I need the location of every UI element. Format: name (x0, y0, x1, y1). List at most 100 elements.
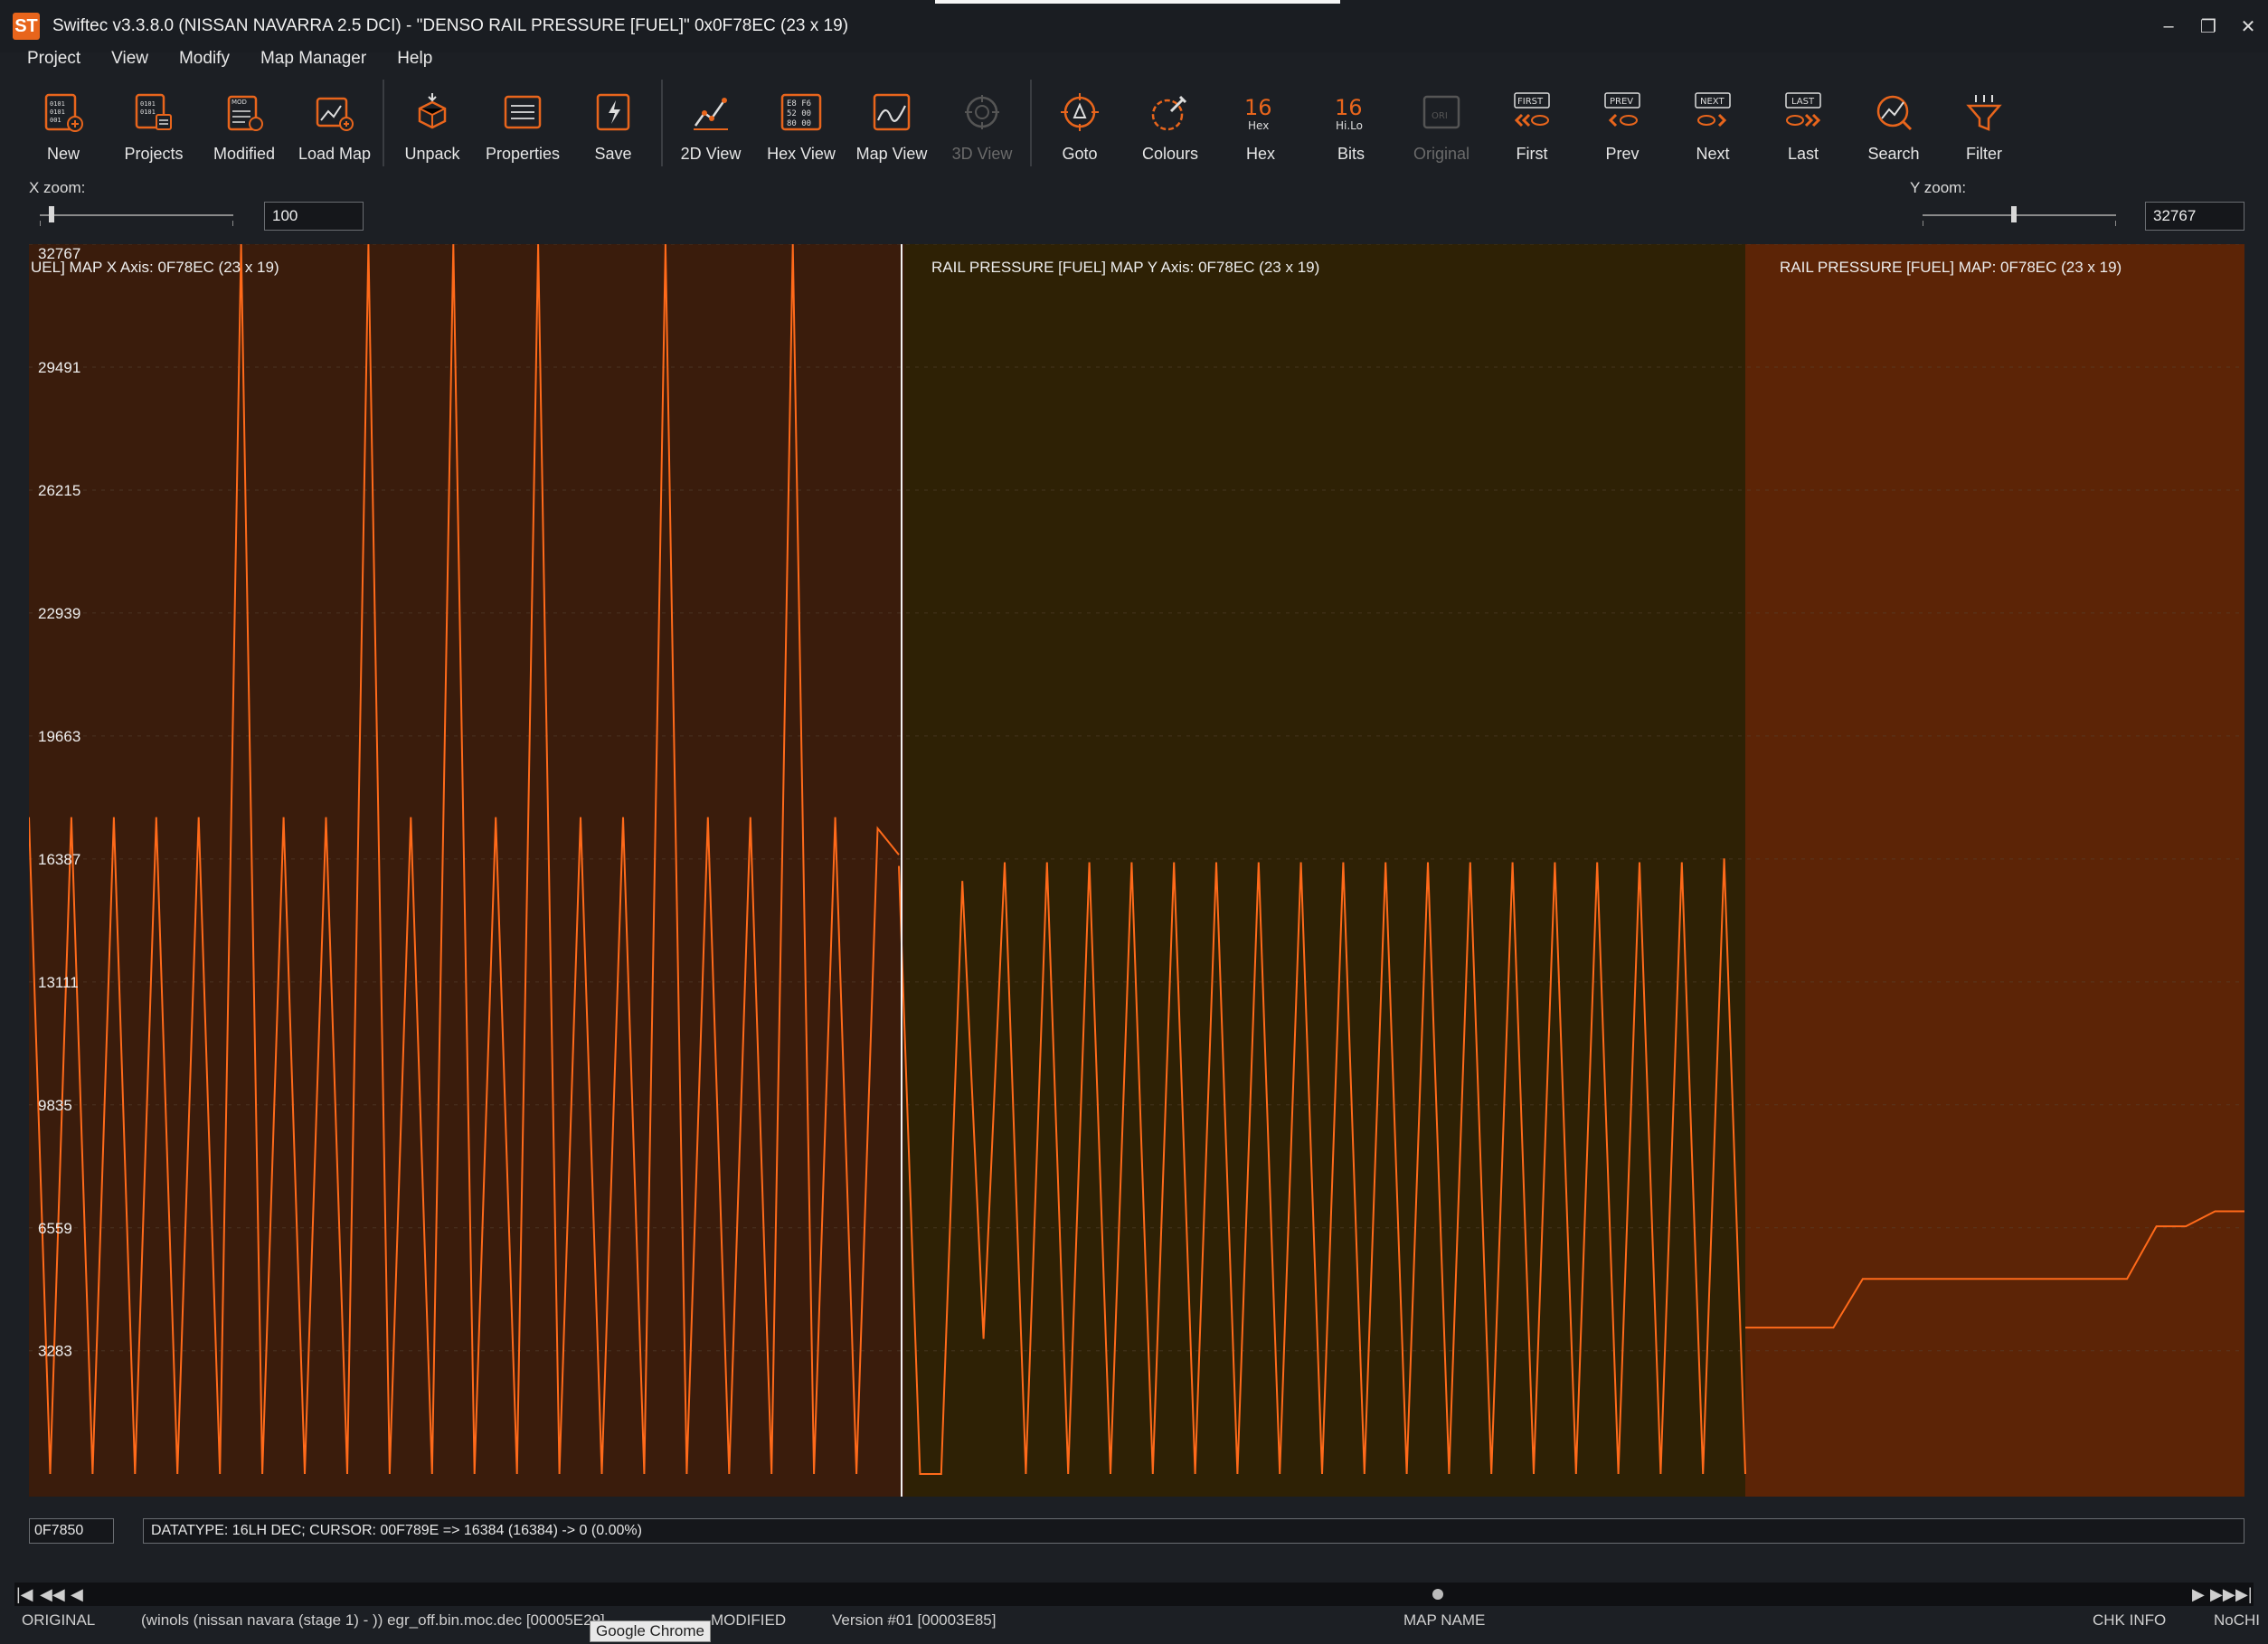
original-button[interactable]: ORI Original (1396, 80, 1487, 170)
hex-view-line-3: 80 00 (787, 119, 811, 128)
projects-button[interactable]: 0101 0101 Projects (109, 80, 199, 170)
3d-view-icon (957, 87, 1007, 137)
x-zoom-slider[interactable] (40, 204, 233, 226)
bits-label: Bits (1337, 145, 1365, 163)
x-axis-region-label: UEL] MAP X Axis: 0F78EC (23 x 19) (31, 259, 279, 276)
window-title: Swiftec v3.3.8.0 (NISSAN NAVARRA 2.5 DCI… (52, 16, 849, 35)
scroll-last-button[interactable]: ▶| (2235, 1583, 2253, 1606)
y-zoom-input[interactable]: 32767 (2145, 202, 2244, 231)
search-label: Search (1867, 145, 1920, 163)
next-icon: NEXT (1687, 87, 1738, 137)
scroll-thumb[interactable] (1432, 1589, 1443, 1600)
y-tick-label: 22939 (38, 605, 80, 622)
y-axis-region-label: RAIL PRESSURE [FUEL] MAP Y Axis: 0F78EC … (931, 259, 1319, 276)
y-zoom-slider[interactable] (1923, 204, 2116, 226)
map-view-label: Map View (855, 145, 928, 163)
menu-help[interactable]: Help (397, 49, 432, 69)
y-tick-label: 3283 (38, 1343, 72, 1360)
new-button[interactable]: 0101 0101 001 New (18, 80, 109, 170)
properties-label: Properties (485, 145, 561, 163)
unpack-icon (407, 87, 458, 137)
hex-icon: 16 Hex (1235, 87, 1286, 137)
datatype-info: DATATYPE: 16LH DEC; CURSOR: 00F789E => 1… (143, 1518, 2244, 1544)
scroll-prev-button[interactable]: ◀ (71, 1583, 83, 1606)
hex-label: Hex (1245, 145, 1275, 163)
map-graph[interactable]: 3276729491262152293919663163871311198356… (29, 244, 2244, 1497)
filter-button[interactable]: Filter (1939, 80, 2029, 170)
original-icon: ORI (1416, 87, 1467, 137)
save-button[interactable]: Save (568, 80, 658, 170)
y-tick-label: 19663 (38, 728, 80, 745)
y-tick-label: 26215 (38, 482, 80, 499)
scroll-next-button[interactable]: ▶ (2192, 1583, 2205, 1606)
2d-view-button[interactable]: 2D View (666, 80, 756, 170)
unpack-button[interactable]: Unpack (387, 80, 477, 170)
x-zoom-thumb[interactable] (49, 206, 55, 222)
colours-button[interactable]: Colours (1125, 80, 1215, 170)
hex-view-line-1: E8 F6 (787, 99, 811, 109)
address-field[interactable]: 0F7850 (29, 1518, 114, 1544)
menu-project[interactable]: Project (27, 49, 80, 69)
filter-label: Filter (1966, 145, 2002, 163)
svg-text:0101: 0101 (140, 100, 156, 108)
svg-text:MOD: MOD (232, 99, 247, 106)
menu-map-manager[interactable]: Map Manager (260, 49, 366, 69)
status-map-name: MAP NAME (1403, 1611, 1486, 1629)
bits-icon-number: 16 (1335, 95, 1363, 120)
original-label: Original (1413, 145, 1470, 163)
scroll-first-button[interactable]: |◀ (16, 1583, 33, 1606)
hex-view-label: Hex View (767, 145, 836, 163)
hex-icon-number: 16 (1244, 95, 1272, 120)
y-zoom-thumb[interactable] (2010, 206, 2017, 222)
map-view-button[interactable]: Map View (846, 80, 937, 170)
y-axis-region (904, 244, 1745, 1497)
prev-button[interactable]: PREV Prev (1577, 80, 1668, 170)
y-zoom-label: Y zoom: (1910, 179, 1967, 196)
first-label: First (1516, 145, 1548, 163)
x-zoom-tick (40, 221, 41, 226)
last-button[interactable]: LAST Last (1758, 80, 1848, 170)
save-label: Save (594, 145, 632, 163)
modified-label: Modified (213, 145, 276, 163)
map-view-icon (866, 87, 917, 137)
menu-modify[interactable]: Modify (179, 49, 230, 69)
y-tick-label: 6559 (38, 1220, 72, 1237)
scroll-next-page-button[interactable]: ▶▶ (2210, 1583, 2235, 1606)
first-icon-text: FIRST (1517, 97, 1544, 107)
load-map-button[interactable]: Load Map (289, 80, 380, 170)
load-map-label: Load Map (298, 145, 372, 163)
svg-text:0101: 0101 (50, 109, 65, 116)
hex-view-line-2: 52 00 (787, 109, 811, 118)
bits-button[interactable]: 16 Hi.Lo Bits (1306, 80, 1396, 170)
y-zoom-tick (2115, 221, 2116, 226)
menu-view[interactable]: View (111, 49, 148, 69)
toolbar: 0101 0101 001 New 0101 0101 Projects MOD Mo… (18, 80, 2029, 170)
hex-button[interactable]: 16 Hex Hex (1215, 80, 1306, 170)
search-button[interactable]: Search (1848, 80, 1939, 170)
last-icon: LAST (1778, 87, 1829, 137)
properties-button[interactable]: Properties (477, 80, 568, 170)
first-button[interactable]: FIRST First (1487, 80, 1577, 170)
horizontal-scrollbar[interactable]: |◀ ◀◀ ◀ ▶ ▶▶ ▶| (14, 1583, 2254, 1606)
status-original[interactable]: ORIGINAL (22, 1611, 95, 1630)
toolbar-separator (1030, 80, 1032, 166)
taskbar-tooltip: Google Chrome (590, 1620, 712, 1642)
filter-icon (1959, 87, 2009, 137)
prev-icon-text: PREV (1610, 97, 1633, 107)
scroll-prev-page-button[interactable]: ◀◀ (40, 1583, 65, 1606)
new-file-icon: 0101 0101 001 (38, 87, 89, 137)
x-zoom-input[interactable]: 100 (264, 202, 364, 231)
hex-icon-caption: Hex (1248, 119, 1269, 132)
original-icon-text: ORI (1432, 111, 1448, 121)
goto-button[interactable]: Goto (1035, 80, 1125, 170)
status-modified[interactable]: MODIFIED (711, 1611, 786, 1630)
status-nochk: NoCHI (2214, 1611, 2261, 1629)
y-tick-label: 29491 (38, 359, 80, 376)
3d-view-button[interactable]: 3D View (937, 80, 1027, 170)
search-icon (1868, 87, 1919, 137)
status-chk-info[interactable]: CHK INFO (2093, 1611, 2166, 1630)
next-icon-text: NEXT (1700, 97, 1725, 107)
next-button[interactable]: NEXT Next (1668, 80, 1758, 170)
hex-view-button[interactable]: E8 F6 52 00 80 00 Hex View (756, 80, 846, 170)
modified-button[interactable]: MOD Modified (199, 80, 289, 170)
